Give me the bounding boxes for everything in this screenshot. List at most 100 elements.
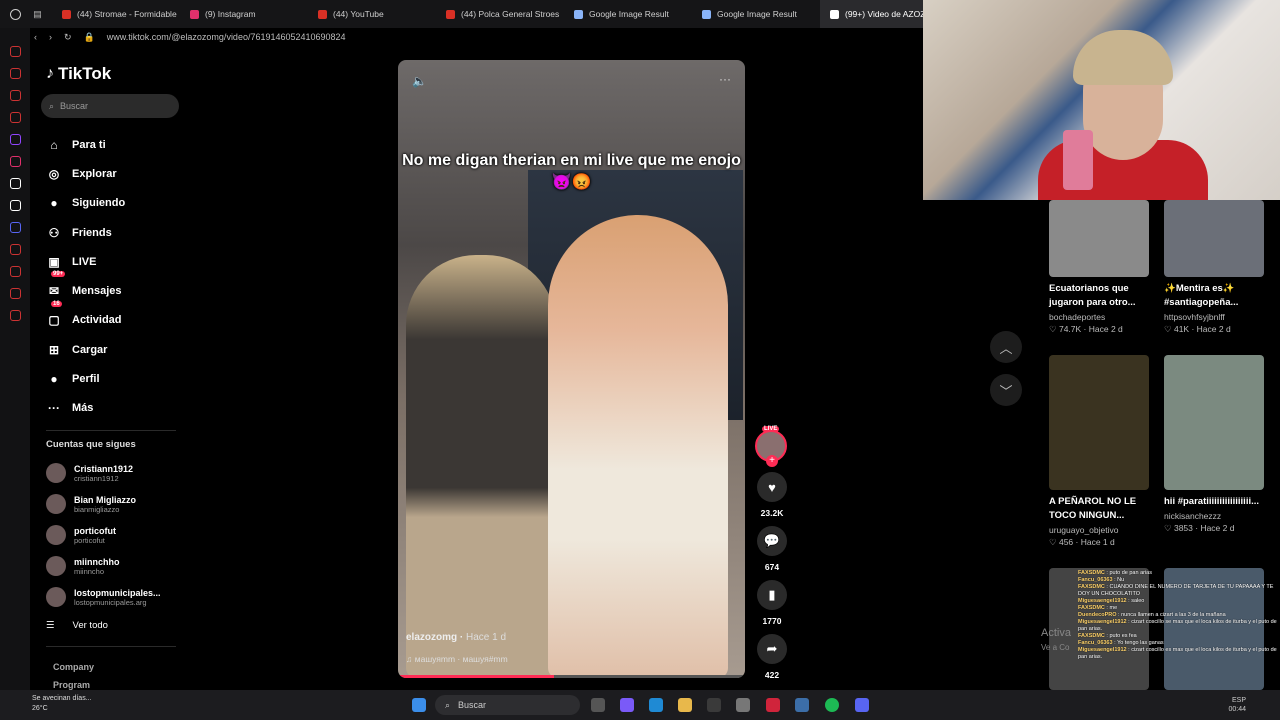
windows-start-icon[interactable] (412, 698, 426, 712)
spotify-icon[interactable] (825, 698, 839, 712)
search-placeholder: Buscar (60, 101, 89, 111)
rail-cube-icon[interactable] (9, 288, 21, 299)
previous-video-button[interactable]: ︿ (990, 331, 1022, 363)
following-account[interactable]: miinnchho miinncho (46, 553, 186, 579)
rail-opera-icon[interactable] (9, 46, 21, 57)
nav-item-home[interactable]: ⌂ Para ti (46, 130, 186, 159)
tiktok-logo[interactable]: ♪ TikTok (46, 64, 111, 84)
browser-tab[interactable]: (44) YouTube (308, 0, 436, 28)
rail-messenger-icon[interactable] (9, 90, 21, 101)
nav-item-messages[interactable]: 99+ ✉ Mensajes (46, 271, 186, 305)
taskbar-search-placeholder: Buscar (458, 700, 487, 710)
rail-aria-icon[interactable] (9, 68, 21, 79)
video-time: Hace 1 d (466, 632, 507, 643)
account-name: porticofut (74, 525, 116, 536)
video-author[interactable]: elazozomg · Hace 1 d (406, 632, 506, 643)
notepad-icon[interactable] (795, 698, 809, 712)
related-card[interactable]: hii #paratiiiiiiiiiiiiiiiii... nickisanc… (1164, 355, 1266, 534)
rail-twitch-icon[interactable] (9, 134, 21, 145)
nav-item-more[interactable]: ··· Más (46, 394, 186, 423)
tab-favicon-icon (446, 9, 455, 19)
nav-item-activity[interactable]: 16 ▢ Actividad (46, 300, 186, 335)
chat-user: FAXSDMC (1078, 633, 1105, 639)
chat-message: FAXSDMC : puto es fea (1078, 633, 1137, 639)
related-thumbnail (1049, 355, 1149, 490)
nav-item-compass[interactable]: ◎ Explorar (46, 159, 186, 188)
notification-badge: 16 (51, 300, 62, 307)
like-button[interactable]: ♥ 23.2K (755, 472, 789, 518)
rail-settings-icon[interactable] (9, 310, 21, 321)
avatar (46, 463, 66, 483)
following-account[interactable]: porticofut porticofut (46, 522, 186, 548)
address-bar: ‹ › ↻ 🔒 www.tiktok.com/@elazozomg/video/… (28, 28, 928, 46)
edge-icon[interactable] (649, 698, 663, 712)
footer-company-link[interactable]: Company (53, 662, 94, 672)
rail-mail-icon[interactable] (9, 112, 21, 123)
nav-item-friends[interactable]: ⚇ Friends (46, 218, 186, 247)
save-button[interactable]: ▮ 1770 (755, 580, 789, 626)
rail-discord-icon[interactable] (9, 222, 21, 233)
follow-plus-icon[interactable]: + (766, 455, 778, 467)
opera-logo-icon[interactable] (10, 8, 22, 20)
url-field[interactable]: www.tiktok.com/@elazozomg/video/76191460… (107, 32, 346, 42)
search-input[interactable]: ⌕ Buscar (41, 94, 179, 118)
compass-icon: ◎ (48, 166, 60, 181)
volume-icon[interactable]: 🔈 (412, 74, 427, 88)
related-card[interactable]: Ecuatorianos que jugaron para otro... bo… (1049, 200, 1151, 335)
store-icon[interactable] (707, 698, 721, 712)
tab-strip-icon[interactable]: ▤ (33, 9, 42, 20)
lock-icon: 🔒 (83, 31, 95, 42)
browser-tab[interactable]: (44) Stromae - Formidable (52, 0, 180, 28)
system-clock[interactable]: ESP 00:44 (1228, 696, 1246, 714)
task-view-icon[interactable] (591, 698, 605, 712)
rail-instagram-icon[interactable] (9, 156, 21, 167)
comment-button[interactable]: 💬 674 (755, 526, 789, 572)
forward-icon[interactable]: › (49, 32, 52, 42)
author-live-avatar[interactable]: LIVE + (755, 426, 787, 467)
nav-item-upload[interactable]: ⊞ Cargar (46, 335, 186, 364)
back-icon[interactable]: ‹ (34, 32, 37, 42)
related-card[interactable]: ✨Mentira es✨ #santiagopeña... httpsovhfs… (1164, 200, 1266, 335)
rail-clock-icon[interactable] (9, 266, 21, 277)
chat-user: Miguesaengel1912 (1078, 619, 1127, 625)
more-options-icon[interactable]: ··· (719, 72, 731, 86)
search-icon: ⌕ (49, 100, 55, 111)
video-player[interactable]: No me digan therian en mi live que me en… (398, 60, 745, 678)
following-account[interactable]: Cristiann1912 cristiann1912 (46, 460, 186, 486)
settings-icon[interactable] (736, 698, 750, 712)
following-account[interactable]: lostopmunicipales... lostopmunicipales.ar… (46, 584, 186, 610)
author-name: elazozomg (406, 632, 458, 643)
file-explorer-icon[interactable] (678, 698, 692, 712)
tab-favicon-icon (830, 9, 839, 19)
reload-icon[interactable]: ↻ (64, 32, 72, 43)
nav-item-live[interactable]: ▣ LIVE (46, 247, 186, 276)
messages-icon: ✉ (48, 284, 60, 299)
nav-item-profile[interactable]: ● Perfil (46, 364, 186, 393)
browser-tab[interactable]: Google Image Result (692, 0, 820, 28)
video-music[interactable]: ♫ машуяmm · машуя#mm (406, 654, 508, 664)
following-heading: Cuentas que sigues (46, 439, 136, 450)
browser-tab[interactable]: (9) Instagram (180, 0, 308, 28)
following-account[interactable]: Bian Migliazzo bianmigliazzo (46, 491, 186, 517)
browser-tab[interactable]: Google Image Result (564, 0, 692, 28)
related-card[interactable]: A PEÑAROL NO LE TOCO NINGUN... uruguayo_… (1049, 355, 1151, 548)
browser-tab[interactable]: (44) Polca General Stroes (436, 0, 564, 28)
discord-icon[interactable] (855, 698, 869, 712)
rail-history-icon[interactable] (9, 244, 21, 255)
weather-widget[interactable]: Se avecinan días... 26°C (12, 694, 92, 714)
footer-program-link[interactable]: Program (53, 680, 90, 690)
rail-x-icon[interactable] (9, 200, 21, 211)
copilot-icon[interactable] (620, 698, 634, 712)
nav-item-following-avatar[interactable]: ● Siguiendo (46, 189, 186, 218)
home-icon: ⌂ (50, 137, 58, 152)
taskbar-search[interactable]: ⌕ Buscar (435, 695, 580, 715)
see-all-button[interactable]: ☰ Ver todo (46, 620, 108, 631)
video-progress-bar[interactable] (398, 675, 745, 678)
clock-time: 00:44 (1228, 706, 1246, 713)
chevron-down-icon: ﹀ (999, 383, 1013, 399)
rail-tiktok-icon[interactable] (9, 178, 21, 189)
share-button[interactable]: ➦ 422 (755, 634, 789, 680)
next-video-button[interactable]: ﹀ (990, 374, 1022, 406)
tab-label: (9) Instagram (205, 9, 256, 19)
opera-gx-icon[interactable] (766, 698, 780, 712)
